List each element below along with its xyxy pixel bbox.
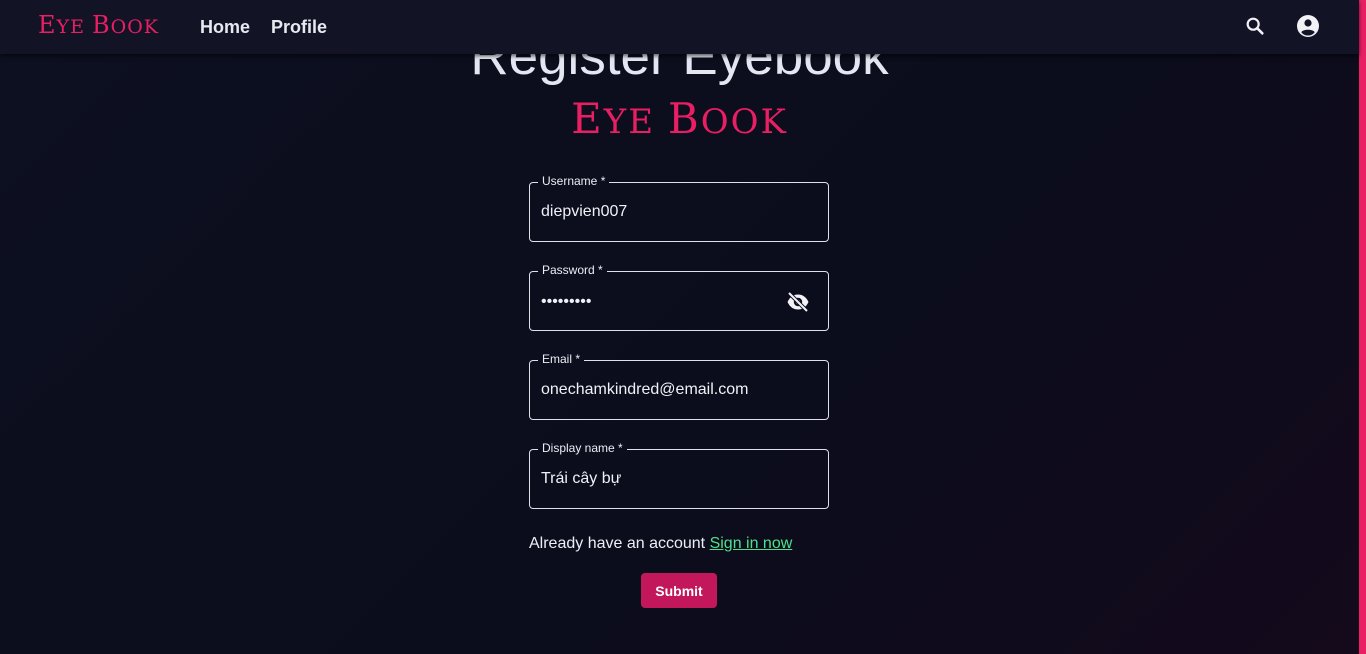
account-text: Already have an account (529, 535, 710, 552)
brand-letter-b: B (91, 11, 111, 39)
password-field[interactable]: Password * ••••••••• (529, 263, 829, 331)
email-field[interactable]: Email * onechamkindred@email.com (529, 352, 829, 420)
eye-off-icon[interactable] (786, 291, 810, 313)
logo-text-ook: ook (700, 102, 788, 142)
logo-text-ye: ye (603, 102, 668, 142)
username-label: Username * (538, 174, 610, 188)
password-input[interactable]: ••••••••• (541, 293, 591, 311)
display-name-label: Display name * (538, 441, 627, 455)
username-input[interactable]: diepvien007 (541, 203, 627, 221)
email-label: Email * (538, 352, 585, 366)
submit-button[interactable]: Submit (641, 573, 717, 608)
nav-home-link[interactable]: Home (200, 17, 250, 38)
account-circle-icon[interactable] (1296, 14, 1320, 38)
search-icon[interactable] (1243, 14, 1267, 38)
display-name-input[interactable]: Trái cây bự (541, 470, 621, 488)
email-input[interactable]: onechamkindred@email.com (541, 381, 748, 399)
nav-profile-link[interactable]: Profile (271, 17, 327, 38)
signin-prompt: Already have an account Sign in now (529, 535, 792, 553)
password-label: Password * (538, 263, 607, 277)
main-nav: Home Profile (200, 17, 327, 38)
display-name-field[interactable]: Display name * Trái cây bự (529, 441, 829, 509)
brand-text-ook: ook (110, 16, 159, 38)
signin-link[interactable]: Sign in now (710, 535, 793, 552)
logo-letter-b: B (667, 94, 701, 143)
username-field[interactable]: Username * diepvien007 (529, 174, 829, 242)
brand-letter-e: E (38, 11, 57, 39)
app-bar: Eye Book Home Profile (0, 0, 1359, 54)
brand-text-ye: ye (56, 16, 92, 38)
eyebook-logo: Eye Book (0, 94, 1359, 143)
scrollbar[interactable] (1359, 0, 1366, 654)
brand-logo[interactable]: Eye Book (38, 11, 159, 39)
logo-letter-e: E (571, 94, 604, 143)
